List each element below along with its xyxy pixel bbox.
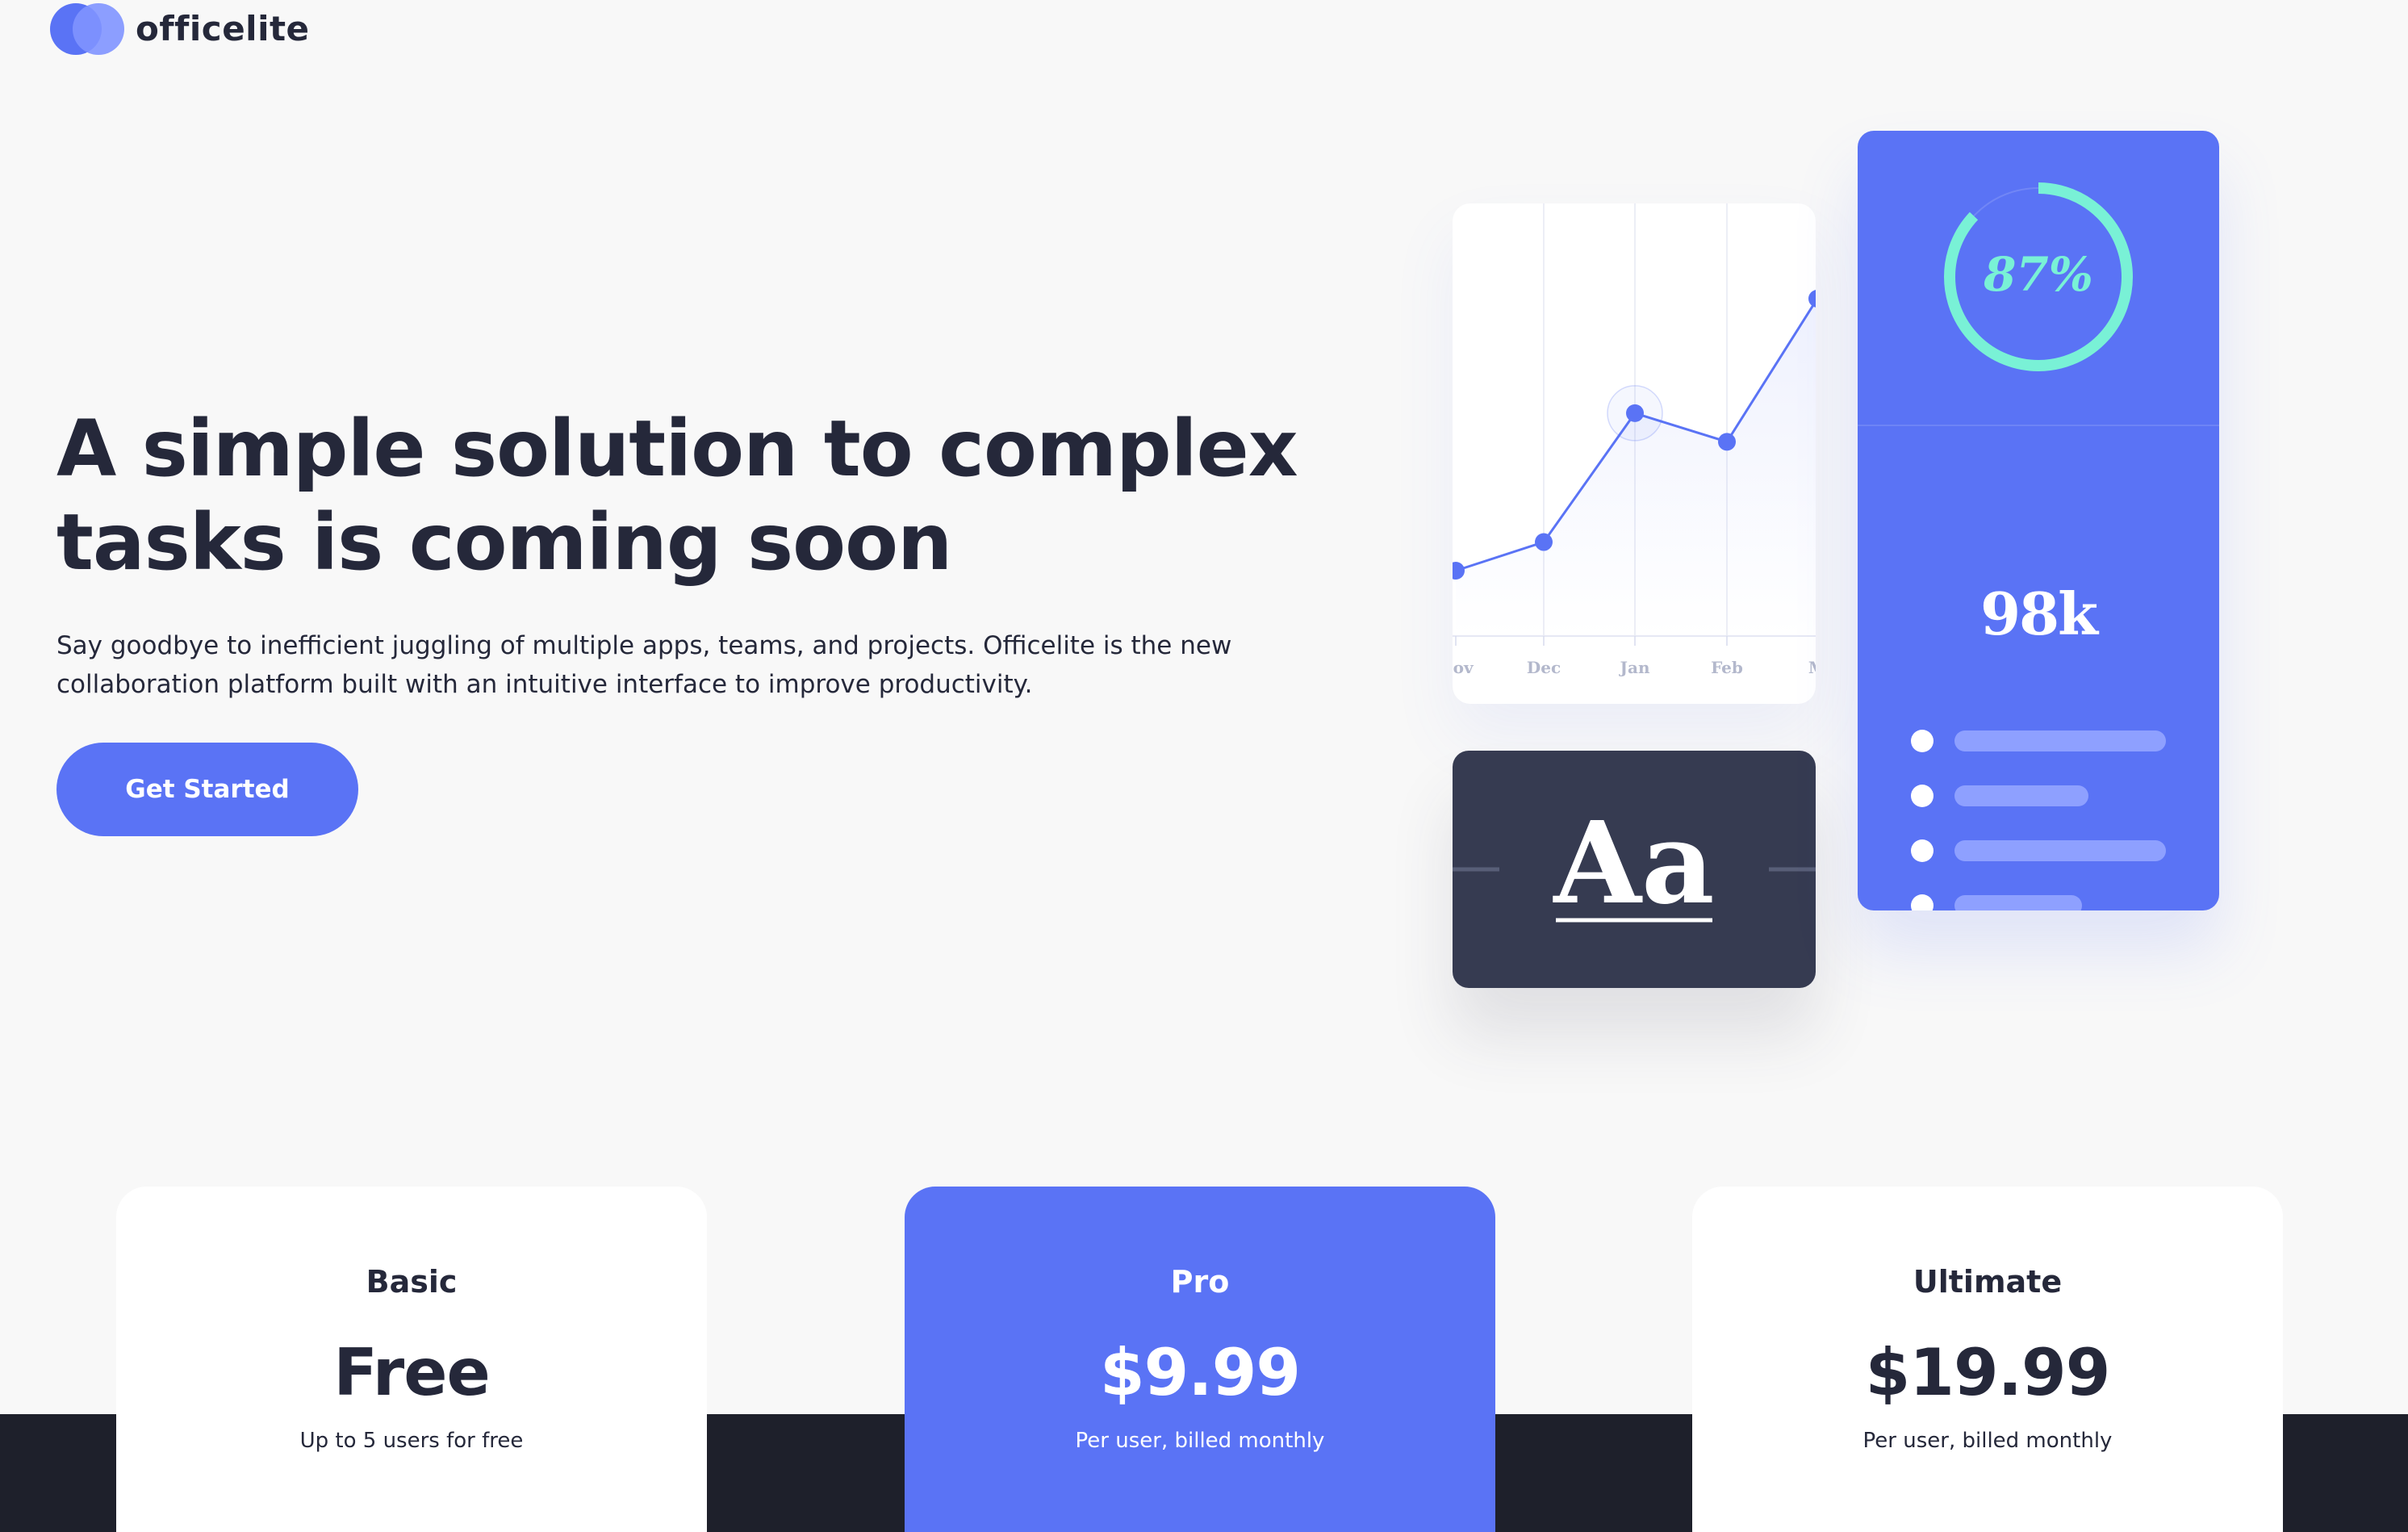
hero-title: A simple solution to complex tasks is co… [56, 404, 1298, 588]
stats-card: 87% 98k [1858, 131, 2219, 910]
plan-name: Basic [366, 1264, 458, 1300]
bullet-icon [1911, 785, 1934, 807]
pricing-card-basic[interactable]: Basic Free Up to 5 users for free [116, 1187, 707, 1532]
placeholder-bar [1954, 730, 2166, 751]
plan-note: Per user, billed monthly [1862, 1429, 2113, 1453]
plan-name: Ultimate [1913, 1264, 2063, 1300]
list-item [1911, 823, 2166, 878]
plan-price: $19.99 [1865, 1335, 2111, 1410]
plan-note: Per user, billed monthly [1075, 1429, 1325, 1453]
plan-note: Up to 5 users for free [299, 1429, 524, 1453]
bullet-icon [1911, 730, 1934, 752]
chart-point [1535, 533, 1553, 551]
stats-list [1911, 714, 2166, 910]
x-tick-label: M [1808, 658, 1816, 677]
progress-ring: 87% [1944, 182, 2133, 371]
list-item [1911, 768, 2166, 823]
x-tick-label: Feb [1711, 658, 1743, 677]
pricing-card-pro[interactable]: Pro $9.99 Per user, billed monthly [905, 1187, 1495, 1532]
logo-icon [50, 2, 124, 55]
chart-point [1808, 290, 1816, 308]
placeholder-bar [1954, 840, 2166, 861]
x-tick-label: Dec [1527, 658, 1561, 677]
pricing-card-ultimate[interactable]: Ultimate $19.99 Per user, billed monthly [1692, 1187, 2283, 1532]
typography-sample: Aa [1453, 797, 1816, 930]
plan-price: Free [333, 1335, 491, 1410]
get-started-button[interactable]: Get Started [56, 743, 358, 836]
x-tick-label: Jan [1619, 658, 1650, 677]
brand-name: officelite [136, 8, 310, 48]
bullet-icon [1911, 839, 1934, 862]
line-chart-card: Nov Dec Jan Feb M [1453, 203, 1816, 704]
progress-label: 87% [1983, 247, 2093, 302]
placeholder-bar [1954, 895, 2082, 910]
line-chart: Nov Dec Jan Feb M [1453, 203, 1816, 677]
stats-count: 98k [1979, 580, 2098, 648]
typography-sample-text: Aa [1552, 797, 1714, 930]
plan-name: Pro [1170, 1264, 1230, 1300]
brand-logo[interactable]: officelite [50, 2, 310, 55]
hero-description: Say goodbye to inefficient juggling of m… [56, 631, 1232, 699]
placeholder-bar [1954, 785, 2088, 806]
x-tick-label: Nov [1453, 658, 1474, 677]
stats-divider [1858, 425, 2219, 426]
bullet-icon [1911, 894, 1934, 910]
chart-point [1718, 433, 1736, 451]
list-item [1911, 878, 2166, 910]
typography-card: Aa [1453, 751, 1816, 988]
chart-area [1456, 301, 1816, 636]
plan-price: $9.99 [1099, 1335, 1301, 1410]
list-item [1911, 714, 2166, 768]
chart-point [1626, 404, 1644, 422]
